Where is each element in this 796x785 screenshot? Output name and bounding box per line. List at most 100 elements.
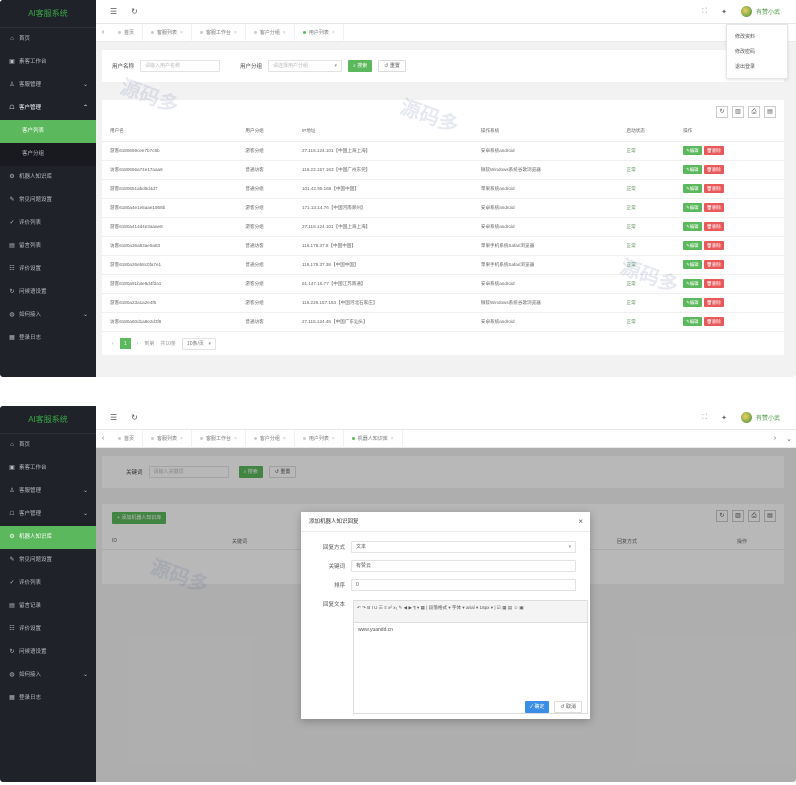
sidebar-item[interactable]: ☖ 客户管理 ⌃	[0, 97, 96, 120]
delete-button[interactable]: 🗑删除	[703, 146, 724, 155]
edit-button[interactable]: ✎编辑	[683, 222, 702, 231]
sidebar-item[interactable]: ☷ 评价设置	[0, 258, 96, 281]
sidebar-item[interactable]: ▣ 素客工作台	[0, 51, 96, 74]
menu-toggle-icon[interactable]: ☰	[110, 413, 117, 422]
sidebar-item[interactable]: ☷ 评价设置	[0, 618, 96, 641]
tab[interactable]: 客服列表 ×	[143, 23, 192, 42]
sidebar-item[interactable]: ✓ 评价列表	[0, 572, 96, 595]
tab-close-icon[interactable]: ×	[332, 30, 335, 36]
delete-button[interactable]: 🗑删除	[703, 184, 724, 193]
tab[interactable]: 用户列表 ×	[295, 23, 344, 42]
sidebar-item[interactable]: ↻ 问候语设置	[0, 641, 96, 664]
columns-icon[interactable]: ▥	[732, 106, 744, 118]
sidebar-item[interactable]: ◍ 如何接入 ⌄	[0, 664, 96, 687]
delete-button[interactable]: 🗑删除	[703, 165, 724, 174]
delete-button[interactable]: 🗑删除	[703, 279, 724, 288]
tab-close-icon[interactable]: ×	[180, 30, 183, 36]
delete-button[interactable]: 🗑删除	[703, 222, 724, 231]
logout-item[interactable]: 退出登录	[727, 59, 787, 74]
sidebar-item[interactable]: ♙ 客服管理 ⌄	[0, 480, 96, 503]
tab[interactable]: 客服列表 ×	[143, 429, 192, 448]
edit-button[interactable]: ✎编辑	[683, 317, 702, 326]
tab-close-icon[interactable]: ×	[234, 436, 237, 442]
tab-close-icon[interactable]: ×	[332, 436, 335, 442]
delete-button[interactable]: 🗑删除	[703, 298, 724, 307]
change-password-item[interactable]: 修改密码	[727, 44, 787, 59]
menu-toggle-icon[interactable]: ☰	[110, 7, 117, 16]
confirm-button[interactable]: ✓ 确定	[524, 701, 550, 713]
edit-button[interactable]: ✎编辑	[683, 146, 702, 155]
reply-type-select[interactable]: 文本	[351, 541, 576, 553]
sidebar-item[interactable]: ▣ 素客工作台	[0, 457, 96, 480]
tab[interactable]: 客户分组 ×	[246, 429, 295, 448]
keyword-field[interactable]: 有赞云	[351, 560, 576, 572]
user-menu[interactable]: 有赞小武	[740, 412, 780, 423]
sidebar-item[interactable]: ◍ 如何接入 ⌄	[0, 304, 96, 327]
sidebar-item[interactable]: ⚙ 机器人知识库	[0, 166, 96, 189]
theme-icon[interactable]: ✦	[721, 414, 727, 422]
cancel-button[interactable]: ↺ 取消	[554, 701, 582, 713]
tab-close-icon[interactable]: ×	[283, 30, 286, 36]
sidebar-item[interactable]: ♙ 客服管理 ⌄	[0, 74, 96, 97]
edit-button[interactable]: ✎编辑	[683, 165, 702, 174]
edit-button[interactable]: ✎编辑	[683, 203, 702, 212]
sidebar-item[interactable]: ↻ 问候语设置	[0, 281, 96, 304]
edit-button[interactable]: ✎编辑	[683, 260, 702, 269]
tab-menu-icon[interactable]: ⌄	[782, 435, 796, 443]
editor-content[interactable]: www.yuandd.cn	[354, 623, 587, 637]
tab[interactable]: 客服工作台 ×	[192, 429, 246, 448]
rich-text-editor[interactable]: ↶ ↷ B I U ☰ ≡ x² x₂ ✎ ◀ ▶ ¶ ▾ ▦ | 段落格式 ▾…	[353, 600, 588, 714]
reset-button[interactable]: ↺ 重置	[378, 60, 406, 72]
refresh-icon[interactable]: ↻	[716, 106, 728, 118]
sidebar-item[interactable]: ▦ 登录日志	[0, 327, 96, 350]
tab-close-icon[interactable]: ×	[391, 436, 394, 442]
sidebar-item[interactable]: ⌂ 首页	[0, 434, 96, 457]
tab[interactable]: 首页	[110, 23, 144, 42]
sidebar-item[interactable]: 客户分组	[0, 143, 96, 166]
sidebar-item[interactable]: ▦ 登录日志	[0, 687, 96, 710]
sort-field[interactable]: 0	[351, 579, 576, 591]
close-icon[interactable]: ×	[578, 512, 583, 532]
tab[interactable]: 机器人知识库 ×	[344, 429, 403, 448]
sidebar-item[interactable]: ☖ 客户管理 ⌄	[0, 503, 96, 526]
edit-button[interactable]: ✎编辑	[683, 184, 702, 193]
fullscreen-icon[interactable]: ⛶	[702, 8, 707, 16]
group-select[interactable]: 请选择用户分组	[268, 60, 343, 72]
delete-button[interactable]: 🗑删除	[703, 260, 724, 269]
tab-close-icon[interactable]: ×	[283, 436, 286, 442]
editor-toolbar[interactable]: ↶ ↷ B I U ☰ ≡ x² x₂ ✎ ◀ ▶ ¶ ▾ ▦ | 段落格式 ▾…	[354, 601, 587, 623]
tab[interactable]: 客服工作台 ×	[192, 23, 246, 42]
search-button[interactable]: ⌕ 搜索	[348, 60, 373, 72]
delete-button[interactable]: 🗑删除	[703, 241, 724, 250]
edit-button[interactable]: ✎编辑	[683, 279, 702, 288]
edit-profile-item[interactable]: 修改资料	[727, 29, 787, 44]
refresh-icon[interactable]: ↻	[131, 413, 138, 422]
tab-scroll-left-icon[interactable]: ‹	[96, 29, 110, 36]
tab-scroll-left-icon[interactable]: ‹	[96, 435, 110, 442]
refresh-icon[interactable]: ↻	[131, 7, 138, 16]
delete-button[interactable]: 🗑删除	[703, 203, 724, 212]
tab-scroll-right-icon[interactable]: ›	[768, 435, 782, 442]
theme-icon[interactable]: ✦	[721, 8, 727, 16]
edit-button[interactable]: ✎编辑	[683, 241, 702, 250]
tab[interactable]: 首页	[110, 429, 144, 448]
sidebar-item[interactable]: ⌂ 首页	[0, 28, 96, 51]
tab-close-icon[interactable]: ×	[234, 30, 237, 36]
username-input[interactable]: 请输入用户名称	[140, 60, 221, 72]
sidebar-item[interactable]: ▤ 留言列表	[0, 235, 96, 258]
fullscreen-icon[interactable]: ⛶	[702, 414, 707, 422]
print-icon[interactable]: ▤	[764, 106, 776, 118]
export-icon[interactable]: ⎙	[748, 106, 760, 118]
tab[interactable]: 用户列表 ×	[295, 429, 344, 448]
sidebar-item[interactable]: ✎ 常见问题设置	[0, 189, 96, 212]
sidebar-item[interactable]: ⚙ 机器人知识库	[0, 526, 96, 549]
sidebar-item[interactable]: ✓ 评价列表	[0, 212, 96, 235]
page-number[interactable]: 1	[119, 338, 131, 349]
page-size-select[interactable]: 10条/页	[181, 337, 216, 350]
sidebar-item[interactable]: 客户列表	[0, 120, 96, 143]
prev-page-icon[interactable]: ‹	[112, 341, 114, 347]
user-menu[interactable]: 有赞小武	[740, 6, 780, 17]
tab-close-icon[interactable]: ×	[180, 436, 183, 442]
tab[interactable]: 客户分组 ×	[246, 23, 295, 42]
edit-button[interactable]: ✎编辑	[683, 298, 702, 307]
